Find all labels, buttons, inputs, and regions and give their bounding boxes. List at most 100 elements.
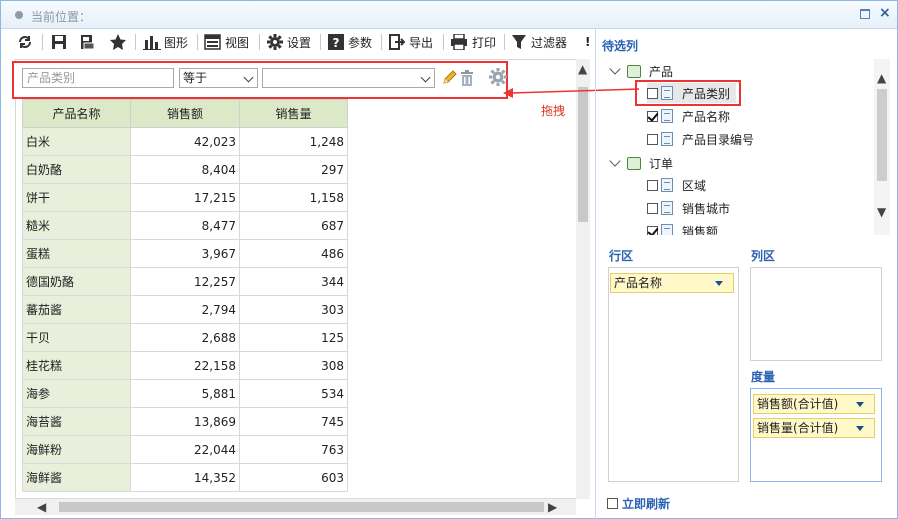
cell-name[interactable]: 蛋糕 — [22, 239, 131, 268]
view-button[interactable]: 视图 — [204, 31, 249, 53]
cell-name[interactable]: 糙米 — [22, 211, 131, 240]
cell-sales[interactable]: 14,352 — [130, 463, 240, 492]
params-button[interactable]: ? 参数 — [328, 31, 372, 53]
cell-name[interactable]: 蕃茄酱 — [22, 295, 131, 324]
cell-name[interactable]: 海参 — [22, 379, 131, 408]
cell-quantity[interactable]: 745 — [239, 407, 348, 436]
filter-operator-select[interactable]: 等于 — [179, 68, 258, 88]
scroll-up-arrow-icon[interactable]: ▲ — [877, 71, 886, 85]
cell-sales[interactable]: 3,967 — [130, 239, 240, 268]
more-button[interactable]: ! — [585, 31, 590, 53]
column-header-sales[interactable]: 销售额 — [130, 99, 240, 128]
row-zone[interactable] — [608, 267, 739, 482]
print-button[interactable]: 打印 — [450, 31, 496, 53]
tree-item-region[interactable]: 区域 — [647, 175, 706, 195]
save-button[interactable] — [51, 31, 67, 53]
scroll-left-arrow-icon[interactable]: ◀ — [37, 500, 46, 514]
column-zone[interactable] — [750, 267, 882, 361]
cell-name[interactable]: 干贝 — [22, 323, 131, 352]
favorite-button[interactable] — [109, 31, 127, 53]
pane-splitter[interactable] — [595, 29, 596, 519]
cell-name[interactable]: 饼干 — [22, 183, 131, 212]
tree-item-sales-amount[interactable]: 销售额 — [647, 221, 718, 235]
checkbox-checked[interactable] — [647, 225, 658, 235]
auto-refresh-toggle[interactable]: 立即刷新 — [607, 495, 670, 512]
cell-name[interactable]: 桂花糕 — [22, 351, 131, 380]
tree-vertical-scrollbar[interactable]: ▲ ▼ — [874, 59, 890, 235]
refresh-button[interactable] — [17, 31, 33, 53]
cell-quantity[interactable]: 603 — [239, 463, 348, 492]
tree-group-order[interactable]: 订单 — [609, 153, 673, 173]
dropdown-arrow-icon[interactable] — [856, 426, 864, 431]
row-field-label: 产品名称 — [614, 276, 663, 290]
cell-name[interactable]: 海苔酱 — [22, 407, 131, 436]
filter-field-input[interactable]: 产品类别 — [22, 68, 174, 88]
cell-quantity[interactable]: 534 — [239, 379, 348, 408]
cell-sales[interactable]: 22,158 — [130, 351, 240, 380]
save-as-button[interactable] — [79, 31, 95, 53]
checkbox[interactable] — [647, 179, 658, 191]
cell-quantity[interactable]: 344 — [239, 267, 348, 296]
report-vertical-scrollbar[interactable]: ▲ — [576, 59, 590, 499]
checkbox[interactable] — [607, 498, 618, 509]
expand-icon[interactable] — [609, 63, 621, 75]
cell-quantity[interactable]: 125 — [239, 323, 348, 352]
row-field-pill[interactable]: 产品名称 — [610, 273, 734, 293]
cell-quantity[interactable]: 303 — [239, 295, 348, 324]
column-header-name[interactable]: 产品名称 — [22, 99, 131, 128]
cell-name[interactable]: 海鲜酱 — [22, 463, 131, 492]
cell-quantity[interactable]: 1,248 — [239, 127, 348, 156]
cell-name[interactable]: 德国奶酪 — [22, 267, 131, 296]
tree-item-product-name[interactable]: 产品名称 — [647, 106, 730, 126]
expand-icon[interactable] — [609, 155, 621, 167]
cell-sales[interactable]: 8,477 — [130, 211, 240, 240]
cell-sales[interactable]: 8,404 — [130, 155, 240, 184]
cell-sales[interactable]: 17,215 — [130, 183, 240, 212]
cell-sales[interactable]: 13,869 — [130, 407, 240, 436]
settings-button[interactable]: 设置 — [267, 31, 311, 53]
cell-sales[interactable]: 2,688 — [130, 323, 240, 352]
cell-quantity[interactable]: 1,158 — [239, 183, 348, 212]
scrollbar-thumb[interactable] — [59, 502, 544, 512]
toolbar-separator — [320, 34, 321, 50]
trash-icon[interactable] — [460, 70, 474, 86]
filter-value-select[interactable] — [262, 68, 435, 88]
checkbox[interactable] — [647, 202, 658, 214]
question-icon: ? — [328, 34, 344, 50]
measure-pill-quantity[interactable]: 销售量(合计值) — [753, 418, 875, 438]
checkbox[interactable] — [647, 133, 658, 145]
cell-sales[interactable]: 42,023 — [130, 127, 240, 156]
scroll-down-arrow-icon[interactable]: ▼ — [877, 205, 886, 219]
cell-name[interactable]: 白奶酪 — [22, 155, 131, 184]
column-header-quantity[interactable]: 销售量 — [239, 99, 348, 128]
filter-button[interactable]: 过滤器 — [511, 31, 567, 53]
tree-item-product-catalog-no[interactable]: 产品目录编号 — [647, 129, 754, 149]
export-button[interactable]: 导出 — [389, 31, 433, 53]
cell-sales[interactable]: 5,881 — [130, 379, 240, 408]
cell-quantity[interactable]: 308 — [239, 351, 348, 380]
cell-sales[interactable]: 2,794 — [130, 295, 240, 324]
cell-quantity[interactable]: 687 — [239, 211, 348, 240]
cell-quantity[interactable]: 486 — [239, 239, 348, 268]
cell-name[interactable]: 海鲜粉 — [22, 435, 131, 464]
dropdown-arrow-icon[interactable] — [856, 402, 864, 407]
cell-name[interactable]: 白米 — [22, 127, 131, 156]
report-horizontal-scrollbar[interactable]: ◀ ▶ — [15, 499, 576, 515]
scrollbar-thumb[interactable] — [877, 89, 887, 181]
restore-icon[interactable] — [860, 9, 870, 19]
scroll-right-arrow-icon[interactable]: ▶ — [548, 500, 557, 514]
pencil-icon[interactable] — [441, 69, 457, 87]
tree-group-product[interactable]: 产品 — [609, 61, 673, 81]
cell-sales[interactable]: 12,257 — [130, 267, 240, 296]
dropdown-arrow-icon[interactable] — [715, 281, 723, 286]
cell-sales[interactable]: 22,044 — [130, 435, 240, 464]
measure-pill-sales[interactable]: 销售额(合计值) — [753, 394, 875, 414]
close-icon[interactable]: × — [879, 5, 891, 21]
cell-quantity[interactable]: 763 — [239, 435, 348, 464]
scroll-up-arrow-icon[interactable]: ▲ — [578, 62, 587, 76]
checkbox-checked[interactable] — [647, 110, 658, 122]
tree-item-sales-city[interactable]: 销售城市 — [647, 198, 730, 218]
chart-button[interactable]: 图形 — [143, 31, 188, 53]
scrollbar-thumb[interactable] — [578, 87, 588, 222]
cell-quantity[interactable]: 297 — [239, 155, 348, 184]
